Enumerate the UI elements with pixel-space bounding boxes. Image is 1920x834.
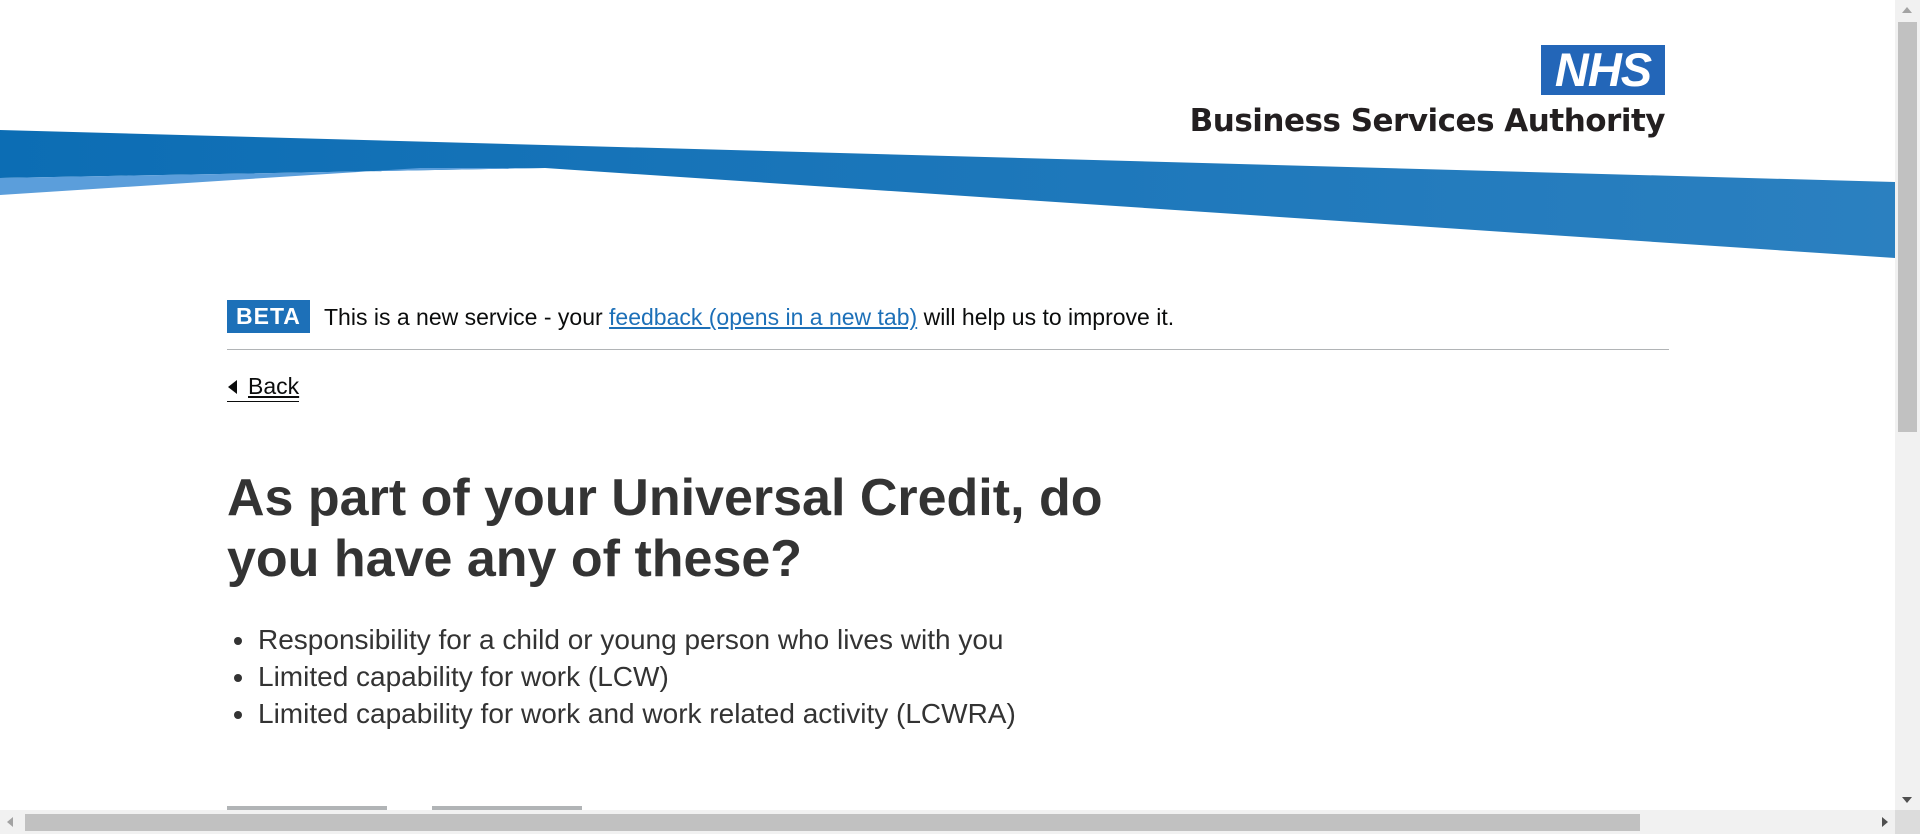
vertical-scroll-thumb[interactable] xyxy=(1898,22,1917,432)
scroll-up-arrow-icon[interactable] xyxy=(1902,7,1912,13)
list-item: Limited capability for work (LCW) xyxy=(227,658,1016,695)
vertical-scrollbar[interactable] xyxy=(1895,0,1920,810)
criteria-list: Responsibility for a child or young pers… xyxy=(227,621,1016,732)
horizontal-scroll-thumb[interactable] xyxy=(25,814,1640,831)
list-item: Responsibility for a child or young pers… xyxy=(227,621,1016,658)
phase-text-after: will help us to improve it. xyxy=(917,304,1175,330)
phase-banner-text: This is a new service - your feedback (o… xyxy=(324,303,1174,331)
list-item: Limited capability for work and work rel… xyxy=(227,695,1016,732)
scroll-down-arrow-icon[interactable] xyxy=(1902,797,1912,803)
page-title: As part of your Universal Credit, do you… xyxy=(227,469,1103,588)
nhs-logo-text: NHS xyxy=(1554,43,1652,96)
phase-banner: BETA This is a new service - your feedba… xyxy=(227,298,1669,350)
back-link[interactable]: Back xyxy=(227,372,300,402)
phase-text-before: This is a new service - your xyxy=(324,304,610,330)
nhsbsa-logo[interactable]: NHS Business Services Authority xyxy=(1190,43,1666,145)
back-link-label: Back xyxy=(248,373,300,399)
beta-tag: BETA xyxy=(227,300,310,333)
page-viewport: NHS Business Services Authority BETA Thi… xyxy=(0,0,1895,810)
horizontal-scrollbar[interactable] xyxy=(0,810,1895,834)
scroll-right-arrow-icon[interactable] xyxy=(1882,817,1888,827)
scroll-left-arrow-icon[interactable] xyxy=(7,817,13,827)
feedback-link[interactable]: feedback (opens in a new tab) xyxy=(609,304,917,330)
chevron-left-icon xyxy=(228,380,237,394)
scrollbar-corner xyxy=(1895,810,1920,834)
organisation-name: Business Services Authority xyxy=(1189,103,1666,139)
